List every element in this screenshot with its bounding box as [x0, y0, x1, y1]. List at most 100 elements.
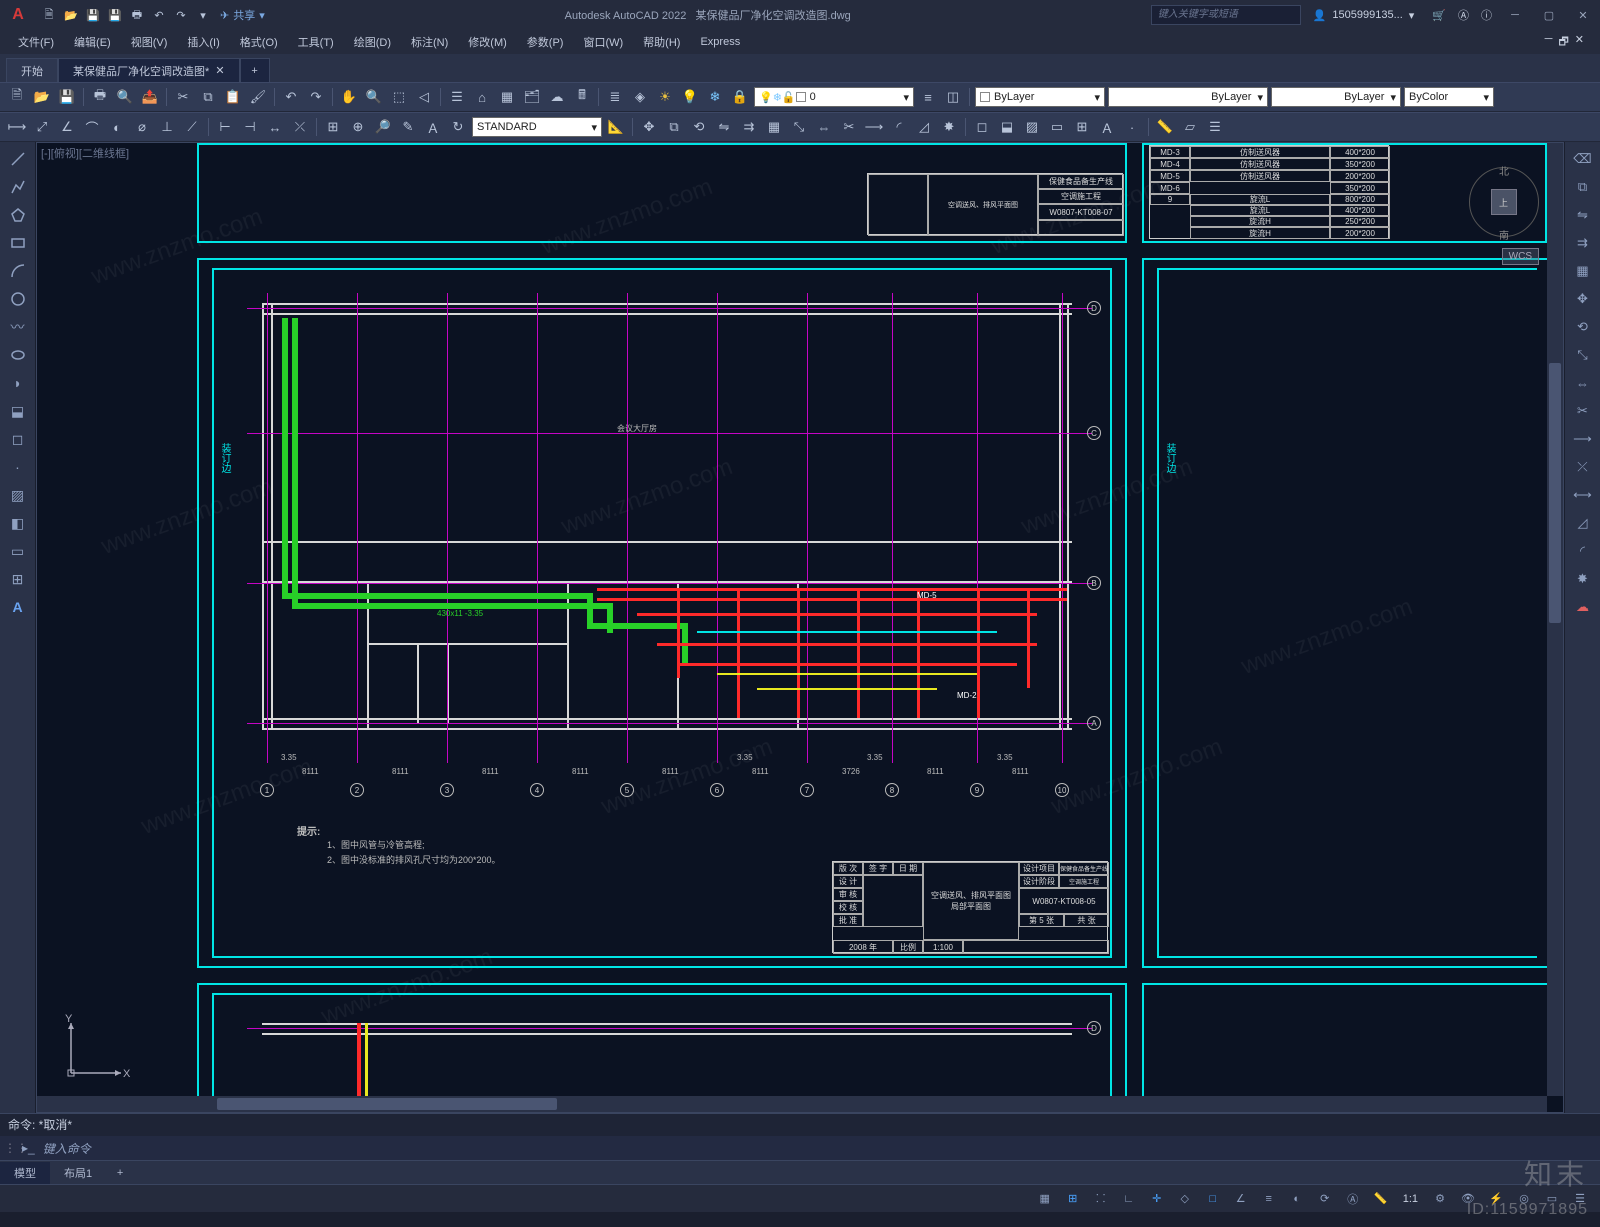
cmd-handle-icon[interactable]: ⋮⋮	[4, 1141, 18, 1155]
offset-icon[interactable]: ⇉	[738, 116, 760, 138]
move-icon[interactable]: ✥	[638, 116, 660, 138]
cmd-arrow-icon[interactable]: ▸_	[22, 1141, 35, 1155]
share-button[interactable]: ✈ 共享 ▾	[220, 7, 265, 23]
spline-tool-icon[interactable]: 〰	[6, 316, 30, 338]
minimize-button[interactable]: ─	[1498, 0, 1532, 30]
fillet-icon[interactable]: ◜	[888, 116, 910, 138]
saveas-icon[interactable]: 💾	[106, 6, 124, 24]
offset-mod-icon[interactable]: ⇉	[1571, 232, 1595, 254]
design-center-icon[interactable]: ⌂	[471, 86, 493, 108]
region-tool-icon[interactable]: ▭	[6, 540, 30, 562]
view-cube[interactable]: 上 北 南	[1469, 167, 1539, 237]
doc-close-icon[interactable]: ✕	[1575, 33, 1584, 52]
zoom-realtime-icon[interactable]: 🔍	[363, 86, 385, 108]
sun-icon[interactable]: ☀	[654, 86, 676, 108]
cycle-icon[interactable]: ⟳	[1313, 1188, 1337, 1210]
zoom-prev-icon[interactable]: ◁	[413, 86, 435, 108]
mirror-icon[interactable]: ⇋	[713, 116, 735, 138]
tab-drawing[interactable]: 某保健品厂净化空调改造图* ✕	[58, 58, 240, 82]
pline-tool-icon[interactable]	[6, 176, 30, 198]
insert-icon[interactable]: ⬓	[996, 116, 1018, 138]
dim-diameter-icon[interactable]: ⌀	[131, 116, 153, 138]
doc-restore-icon[interactable]: 🗗	[1558, 33, 1568, 52]
make-block-icon[interactable]: ◻	[6, 428, 30, 450]
close-button[interactable]: ✕	[1566, 0, 1600, 30]
mirror-mod-icon[interactable]: ⇋	[1571, 204, 1595, 226]
polygon-tool-icon[interactable]	[6, 204, 30, 226]
copy-icon[interactable]: ⧉	[197, 86, 219, 108]
hatch-icon[interactable]: ▨	[1021, 116, 1043, 138]
rotate-icon[interactable]: ⟲	[688, 116, 710, 138]
ortho-icon[interactable]: ∟	[1117, 1188, 1141, 1210]
circle-tool-icon[interactable]	[6, 288, 30, 310]
dim-continue-icon[interactable]: ⊣	[239, 116, 261, 138]
dim-ordinate-icon[interactable]: ⊥	[156, 116, 178, 138]
dim-break-icon[interactable]: ⤫	[289, 116, 311, 138]
dim-arc-icon[interactable]: ⌒	[81, 116, 103, 138]
annoscale-icon[interactable]: 📏	[1369, 1188, 1393, 1210]
point-tool-icon[interactable]: ·	[6, 456, 30, 478]
match-props-icon[interactable]: 🖌	[247, 86, 269, 108]
distance-icon[interactable]: 📏	[1154, 116, 1176, 138]
model-space-icon[interactable]: ▦	[1033, 1188, 1057, 1210]
fillet-mod-icon[interactable]: ◜	[1571, 540, 1595, 562]
cut-icon[interactable]: ✂	[172, 86, 194, 108]
menu-tools[interactable]: 工具(T)	[288, 34, 344, 50]
menu-draw[interactable]: 绘图(D)	[344, 34, 401, 50]
publish-icon[interactable]: 📤	[139, 86, 161, 108]
menu-format[interactable]: 格式(O)	[230, 34, 288, 50]
preview-icon[interactable]: 🔍	[114, 86, 136, 108]
horizontal-scrollbar[interactable]	[37, 1096, 1547, 1112]
workspace-icon[interactable]: ⚙	[1428, 1188, 1452, 1210]
plotstyle-dropdown[interactable]: ByColor▾	[1404, 87, 1494, 107]
dimstyle-icon[interactable]: 📐	[605, 116, 627, 138]
open-drawing-icon[interactable]: 📂	[31, 86, 53, 108]
tab-start[interactable]: 开始	[6, 58, 58, 82]
tolerance-icon[interactable]: ⊞	[322, 116, 344, 138]
copy2-icon[interactable]: ⧉	[663, 116, 685, 138]
menu-express[interactable]: Express	[690, 36, 750, 48]
menu-file[interactable]: 文件(F)	[8, 34, 64, 50]
scale-icon[interactable]: ⤡	[788, 116, 810, 138]
stretch-mod-icon[interactable]: ⇔	[1571, 372, 1595, 394]
lwt-icon[interactable]: ≡	[1257, 1188, 1281, 1210]
isodraft-icon[interactable]: ◇	[1173, 1188, 1197, 1210]
menu-window[interactable]: 窗口(W)	[573, 34, 633, 50]
transp-icon[interactable]: ◐	[1285, 1188, 1309, 1210]
redo-icon[interactable]: ↷	[172, 6, 190, 24]
markup-icon[interactable]: ☁	[546, 86, 568, 108]
array-icon[interactable]: ▦	[763, 116, 785, 138]
dim-update-icon[interactable]: ↻	[447, 116, 469, 138]
extend-icon[interactable]: ⟶	[863, 116, 885, 138]
tab-new-button[interactable]: +	[240, 58, 270, 82]
break-icon[interactable]: ⤫	[1571, 456, 1595, 478]
sheet-set-icon[interactable]: 🗂	[521, 86, 543, 108]
scale-display[interactable]: 1:1	[1397, 1193, 1424, 1205]
bulb-icon[interactable]: 💡	[679, 86, 701, 108]
dim-edit-icon[interactable]: ✎	[397, 116, 419, 138]
extend-mod-icon[interactable]: ⟶	[1571, 428, 1595, 450]
qcalc-icon[interactable]: 🖩	[571, 86, 593, 108]
properties-icon[interactable]: ☰	[446, 86, 468, 108]
layer-props-icon[interactable]: ≣	[604, 86, 626, 108]
help-search-input[interactable]: 键入关键字或短语	[1151, 5, 1301, 25]
new-drawing-icon[interactable]: 🗎	[6, 86, 28, 108]
doc-minimize-icon[interactable]: ─	[1545, 33, 1553, 52]
scrollbar-thumb[interactable]	[1549, 363, 1561, 623]
print-icon[interactable]: 🖶	[89, 86, 111, 108]
trim-icon[interactable]: ✂	[838, 116, 860, 138]
linetype-dropdown[interactable]: ByLayer▾	[1108, 87, 1268, 107]
erase-icon[interactable]: ⌫	[1571, 148, 1595, 170]
dim-linear-icon[interactable]: ⟼	[6, 116, 28, 138]
explode-mod-icon[interactable]: ✸	[1571, 568, 1595, 590]
polar-icon[interactable]: ✛	[1145, 1188, 1169, 1210]
wcs-badge[interactable]: WCS	[1502, 248, 1539, 265]
scale-mod-icon[interactable]: ⤡	[1571, 344, 1595, 366]
plot-icon[interactable]: 🖶	[128, 6, 146, 24]
block-icon[interactable]: ◻	[971, 116, 993, 138]
zoom-window-icon[interactable]: ⬚	[388, 86, 410, 108]
stretch-icon[interactable]: ⇔	[813, 116, 835, 138]
viewcube-face[interactable]: 上	[1491, 189, 1517, 215]
layer-states-icon[interactable]: ◈	[629, 86, 651, 108]
undo-icon[interactable]: ↶	[150, 6, 168, 24]
